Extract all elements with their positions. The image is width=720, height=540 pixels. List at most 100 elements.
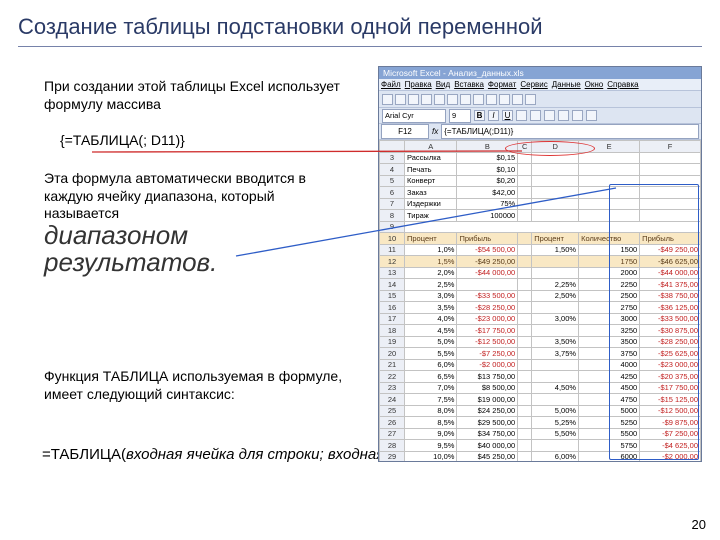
formula-bar[interactable]: {=ТАБЛИЦА(;D11)}: [441, 124, 699, 139]
cell[interactable]: $42,00: [457, 187, 518, 199]
cell[interactable]: 5,5%: [405, 348, 457, 360]
cell[interactable]: 7,0%: [405, 382, 457, 394]
cell[interactable]: [579, 152, 640, 164]
cell[interactable]: [532, 440, 579, 452]
format-button[interactable]: [558, 110, 569, 121]
cell[interactable]: [532, 371, 579, 383]
row-header[interactable]: 12: [380, 256, 405, 268]
cell[interactable]: 9,0%: [405, 428, 457, 440]
row-header[interactable]: 17: [380, 313, 405, 325]
cell[interactable]: [518, 198, 532, 210]
cell[interactable]: [518, 164, 532, 176]
cell[interactable]: 7,5%: [405, 394, 457, 406]
cell[interactable]: -$23 000,00: [457, 313, 518, 325]
cell[interactable]: 3,0%: [405, 290, 457, 302]
format-button[interactable]: [572, 110, 583, 121]
cell[interactable]: [518, 175, 532, 187]
cell[interactable]: [640, 164, 701, 176]
cell[interactable]: $13 750,00: [457, 371, 518, 383]
cell[interactable]: Конверт: [405, 175, 457, 187]
col-header[interactable]: F: [640, 141, 701, 153]
cell[interactable]: -$49 250,00: [457, 256, 518, 268]
col-header[interactable]: A: [405, 141, 457, 153]
toolbar-button[interactable]: [473, 94, 484, 105]
cell[interactable]: [532, 394, 579, 406]
cell[interactable]: 4,50%: [532, 382, 579, 394]
cell[interactable]: -$2 000,00: [457, 359, 518, 371]
menu-item[interactable]: Формат: [488, 80, 516, 89]
cell[interactable]: [532, 302, 579, 314]
toolbar-button[interactable]: [434, 94, 445, 105]
cell[interactable]: [518, 267, 532, 279]
corner-cell[interactable]: [380, 141, 405, 153]
cell[interactable]: Тираж: [405, 210, 457, 222]
row-header[interactable]: 15: [380, 290, 405, 302]
cell[interactable]: $19 000,00: [457, 394, 518, 406]
toolbar-button[interactable]: [408, 94, 419, 105]
cell[interactable]: 6,0%: [405, 359, 457, 371]
cell[interactable]: [518, 336, 532, 348]
cell[interactable]: [457, 279, 518, 291]
bold-button[interactable]: B: [474, 110, 485, 121]
row-header[interactable]: 20: [380, 348, 405, 360]
cell[interactable]: 3,75%: [532, 348, 579, 360]
menu-item[interactable]: Файл: [381, 80, 401, 89]
cell[interactable]: [518, 325, 532, 337]
cell[interactable]: [640, 152, 701, 164]
cell[interactable]: [532, 175, 579, 187]
cell[interactable]: 8,5%: [405, 417, 457, 429]
menu-item[interactable]: Вид: [436, 80, 450, 89]
row-header[interactable]: 7: [380, 198, 405, 210]
menu-item[interactable]: Сервис: [520, 80, 547, 89]
cell[interactable]: [518, 279, 532, 291]
toolbar-button[interactable]: [395, 94, 406, 105]
toolbar-button[interactable]: [421, 94, 432, 105]
font-name-box[interactable]: Arial Cyr: [382, 109, 446, 123]
cell[interactable]: [518, 244, 532, 256]
cell[interactable]: [518, 348, 532, 360]
cell[interactable]: $24 250,00: [457, 405, 518, 417]
cell[interactable]: Издержки: [405, 198, 457, 210]
cell[interactable]: Процент: [532, 233, 579, 245]
cell[interactable]: $29 500,00: [457, 417, 518, 429]
cell[interactable]: [518, 256, 532, 268]
cell[interactable]: [579, 164, 640, 176]
cell[interactable]: 5,00%: [532, 405, 579, 417]
cell[interactable]: -$7 250,00: [457, 348, 518, 360]
cell[interactable]: 6,5%: [405, 371, 457, 383]
menu-item[interactable]: Справка: [607, 80, 638, 89]
cell[interactable]: Заказ: [405, 187, 457, 199]
row-header[interactable]: 4: [380, 164, 405, 176]
cell[interactable]: 3,00%: [532, 313, 579, 325]
row-header[interactable]: 18: [380, 325, 405, 337]
cell[interactable]: [532, 198, 579, 210]
cell[interactable]: [532, 210, 579, 222]
cell[interactable]: [518, 313, 532, 325]
cell[interactable]: 5,50%: [532, 428, 579, 440]
toolbar-button[interactable]: [512, 94, 523, 105]
row-header[interactable]: 10: [380, 233, 405, 245]
cell[interactable]: [518, 405, 532, 417]
row-header[interactable]: 16: [380, 302, 405, 314]
fx-icon[interactable]: fx: [432, 127, 438, 136]
row-header[interactable]: 11: [380, 244, 405, 256]
menu-item[interactable]: Окно: [585, 80, 604, 89]
row-header[interactable]: 6: [380, 187, 405, 199]
cell[interactable]: 5,25%: [532, 417, 579, 429]
underline-button[interactable]: U: [502, 110, 513, 121]
row-header[interactable]: 22: [380, 371, 405, 383]
cell[interactable]: 2,25%: [532, 279, 579, 291]
cell[interactable]: [518, 290, 532, 302]
format-button[interactable]: [530, 110, 541, 121]
cell[interactable]: $45 250,00: [457, 451, 518, 462]
cell[interactable]: [532, 267, 579, 279]
cell[interactable]: -$44 000,00: [457, 267, 518, 279]
toolbar-button[interactable]: [499, 94, 510, 105]
format-button[interactable]: [544, 110, 555, 121]
cell[interactable]: $34 750,00: [457, 428, 518, 440]
cell[interactable]: [518, 382, 532, 394]
cell[interactable]: $8 500,00: [457, 382, 518, 394]
cell[interactable]: 5,0%: [405, 336, 457, 348]
cell[interactable]: 10,0%: [405, 451, 457, 462]
row-header[interactable]: 14: [380, 279, 405, 291]
